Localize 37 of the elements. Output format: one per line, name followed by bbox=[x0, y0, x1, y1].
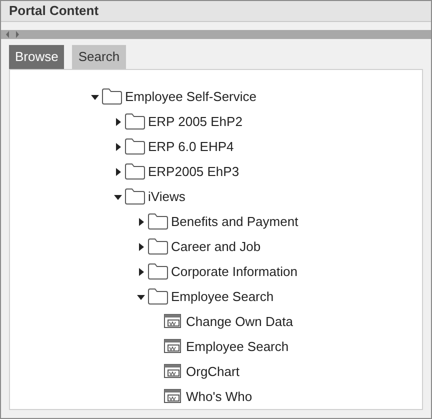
iview-icon bbox=[163, 313, 183, 330]
tree-item-label[interactable]: Benefits and Payment bbox=[171, 212, 298, 232]
tree-item-label[interactable]: OrgChart bbox=[186, 362, 240, 382]
expand-arrow-icon[interactable] bbox=[136, 216, 146, 226]
tab[interactable]: Search bbox=[72, 45, 126, 69]
tree-item-label[interactable]: Who's Who bbox=[186, 386, 252, 406]
folder-icon bbox=[124, 138, 146, 155]
expand-arrow-icon[interactable] bbox=[113, 142, 123, 152]
folder-icon bbox=[147, 288, 169, 305]
iview-icon bbox=[163, 388, 183, 405]
folder-icon bbox=[147, 263, 169, 280]
tree-item-label[interactable]: Corporate Information bbox=[171, 262, 298, 282]
tree-item-label[interactable]: Employee Self-Service bbox=[125, 86, 256, 106]
folder-icon bbox=[147, 213, 169, 230]
scroll-left-icon[interactable] bbox=[4, 30, 11, 39]
tree-item-label[interactable]: Career and Job bbox=[171, 236, 261, 256]
tree-item-label[interactable]: ERP 2005 EhP2 bbox=[148, 112, 242, 132]
tree-item-label[interactable]: Employee Search bbox=[171, 286, 274, 306]
expand-arrow-icon[interactable] bbox=[136, 266, 146, 276]
expand-arrow-icon[interactable] bbox=[113, 116, 123, 126]
folder-icon bbox=[101, 88, 123, 105]
tree-item-label[interactable]: ERP2005 EhP3 bbox=[148, 162, 240, 182]
folder-icon bbox=[124, 113, 146, 130]
tab[interactable]: Browse bbox=[9, 45, 64, 69]
tree-item-label[interactable]: Change Own Data bbox=[186, 312, 293, 332]
folder-icon bbox=[124, 188, 146, 205]
expand-arrow-icon[interactable] bbox=[136, 242, 146, 252]
tree-item-label[interactable]: Employee Search bbox=[186, 336, 289, 356]
expand-arrow-icon[interactable] bbox=[113, 166, 123, 176]
iview-icon bbox=[163, 338, 183, 355]
panel-title: Portal Content bbox=[9, 2, 99, 20]
folder-icon bbox=[124, 163, 146, 180]
tree-item-label[interactable]: ERP 6.0 EHP4 bbox=[148, 136, 234, 156]
iview-icon bbox=[163, 363, 183, 380]
scroll-right-icon[interactable] bbox=[14, 30, 21, 39]
folder-icon bbox=[147, 238, 169, 255]
tree-item-label[interactable]: iViews bbox=[148, 186, 186, 206]
